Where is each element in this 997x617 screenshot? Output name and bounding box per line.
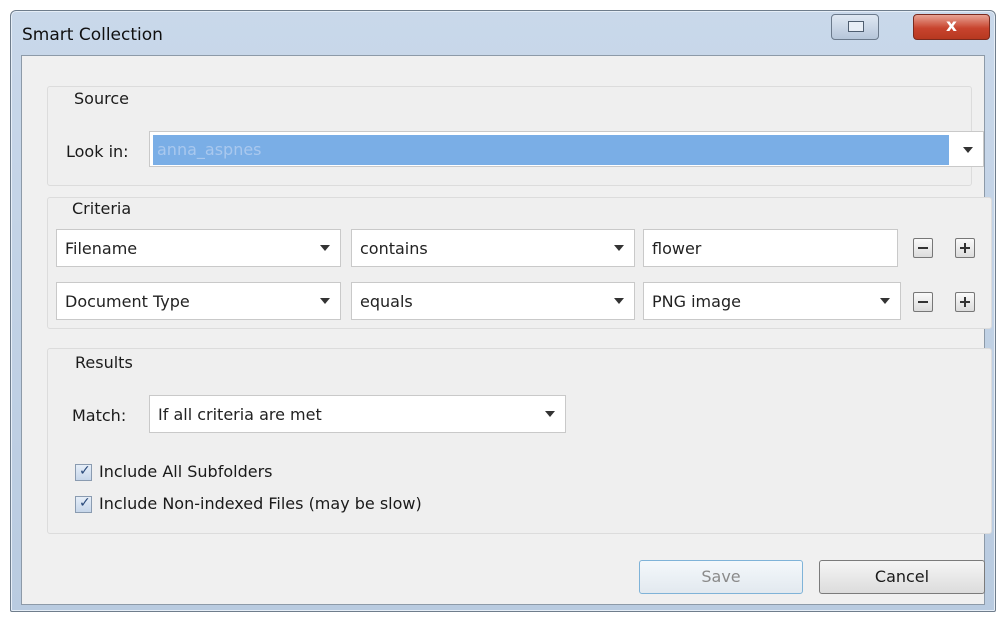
add-criterion-button[interactable] (955, 292, 975, 312)
chevron-down-icon (320, 245, 330, 251)
criteria-operator-value: contains (360, 239, 428, 258)
look-in-selection: anna_aspnes (153, 135, 949, 165)
chevron-down-icon (963, 147, 973, 153)
cancel-button[interactable]: Cancel (819, 560, 985, 594)
include-nonindexed-label[interactable]: Include Non-indexed Files (may be slow) (99, 494, 422, 513)
title-bar[interactable]: Smart Collection x (11, 11, 995, 57)
criteria-value-input[interactable]: flower (643, 229, 898, 267)
smart-collection-dialog: Smart Collection x Source Look in: anna_… (10, 10, 996, 612)
source-group-label: Source (74, 89, 129, 108)
include-nonindexed-checkbox[interactable]: ✓ (75, 495, 92, 513)
results-group-label: Results (75, 353, 133, 372)
match-value: If all criteria are met (158, 405, 322, 424)
chevron-down-icon (614, 245, 624, 251)
criteria-value-dropdown[interactable]: PNG image (643, 282, 901, 320)
look-in-dropdown[interactable]: anna_aspnes (149, 131, 984, 167)
criteria-field-value: Filename (65, 239, 138, 258)
chevron-down-icon (545, 411, 555, 417)
minus-icon (918, 247, 928, 249)
match-label: Match: (72, 406, 127, 425)
close-icon: x (946, 16, 957, 36)
criteria-group-label: Criteria (72, 199, 132, 218)
criteria-field-value: Document Type (65, 292, 190, 311)
remove-criterion-button[interactable] (913, 238, 933, 258)
criteria-operator-dropdown[interactable]: equals (351, 282, 635, 320)
remove-criterion-button[interactable] (913, 292, 933, 312)
look-in-label: Look in: (66, 142, 129, 161)
restore-button[interactable] (831, 14, 879, 40)
save-button[interactable]: Save (639, 560, 803, 594)
checkmark-icon: ✓ (79, 495, 91, 511)
restore-icon (848, 21, 864, 32)
criteria-operator-value: equals (360, 292, 413, 311)
match-dropdown[interactable]: If all criteria are met (149, 395, 566, 433)
include-subfolders-label[interactable]: Include All Subfolders (99, 462, 272, 481)
chevron-down-icon (880, 298, 890, 304)
dialog-body: Source Look in: anna_aspnes Criteria Fil… (21, 55, 992, 605)
criteria-value-text: PNG image (652, 292, 741, 311)
chevron-down-icon (614, 298, 624, 304)
criteria-field-dropdown[interactable]: Filename (56, 229, 341, 267)
window-title: Smart Collection (22, 25, 163, 45)
checkmark-icon: ✓ (79, 463, 91, 479)
include-subfolders-checkbox[interactable]: ✓ (75, 463, 92, 481)
close-button[interactable]: x (913, 14, 990, 40)
criteria-operator-dropdown[interactable]: contains (351, 229, 635, 267)
look-in-value: anna_aspnes (157, 140, 262, 159)
criteria-field-dropdown[interactable]: Document Type (56, 282, 341, 320)
criteria-value-text: flower (652, 239, 702, 258)
chevron-down-icon (320, 298, 330, 304)
add-criterion-button[interactable] (955, 238, 975, 258)
minus-icon (918, 301, 928, 303)
